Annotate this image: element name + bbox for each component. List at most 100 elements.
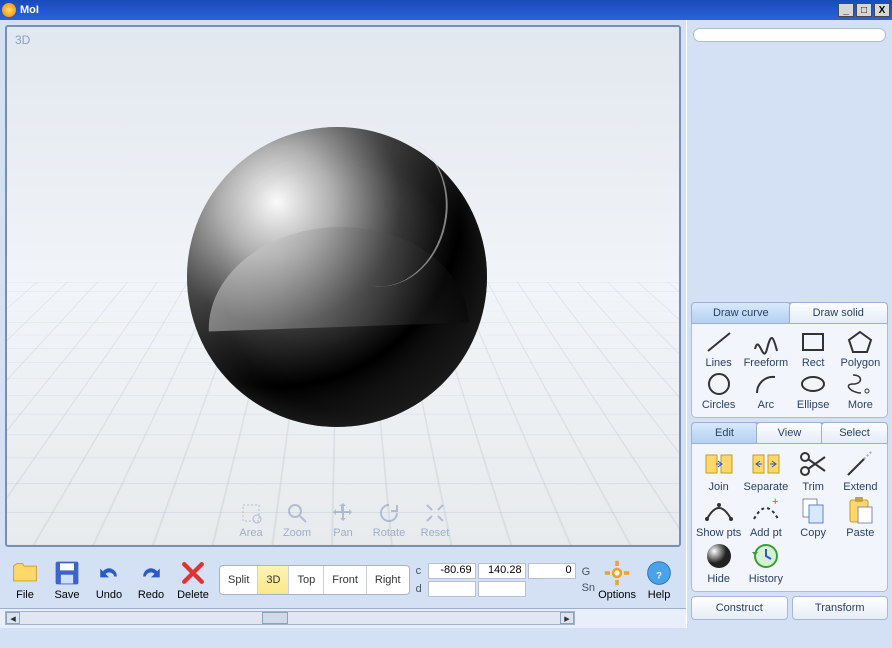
transform-button[interactable]: Transform (792, 596, 889, 620)
rotate-tool[interactable]: Rotate (368, 501, 410, 539)
progress-bar (693, 28, 886, 42)
zoom-icon (285, 501, 309, 525)
view-front[interactable]: Front (324, 566, 367, 594)
view-split[interactable]: Split (220, 566, 258, 594)
delete-icon (179, 559, 207, 587)
showpts-icon (703, 495, 735, 525)
gridsnap-label[interactable]: G (582, 566, 595, 578)
pan-tool[interactable]: Pan (322, 501, 364, 539)
tool-addpt[interactable]: +Add pt (743, 495, 788, 539)
options-button[interactable]: Options (597, 559, 637, 601)
delete-button[interactable]: Delete (173, 559, 213, 601)
arc-icon (751, 371, 781, 397)
tool-freeform[interactable]: Freeform (743, 329, 788, 369)
tool-history[interactable]: History (743, 541, 788, 585)
tool-lines[interactable]: Lines (696, 329, 741, 369)
coord-z[interactable]: 0 (528, 563, 576, 579)
tool-trim[interactable]: Trim (791, 449, 836, 493)
coord-c-label: c (416, 565, 426, 577)
tool-polygon[interactable]: Polygon (838, 329, 883, 369)
circles-icon (704, 371, 734, 397)
save-button[interactable]: Save (47, 559, 87, 601)
copy-icon (797, 495, 829, 525)
gear-icon (603, 559, 631, 587)
svg-text:+: + (772, 496, 778, 508)
tool-showpts[interactable]: Show pts (696, 495, 741, 539)
bottom-toolbar: File Save Undo Redo Delete Split 3D Top … (0, 552, 686, 608)
area-icon (239, 501, 263, 525)
tool-paste[interactable]: Paste (838, 495, 883, 539)
tool-more[interactable]: More (838, 371, 883, 411)
viewport-label: 3D (15, 33, 30, 47)
draw-panel: Draw curve Draw solid Lines Freeform Rec… (691, 302, 888, 418)
model-sphere[interactable] (187, 127, 487, 427)
scissors-icon (797, 449, 829, 479)
history-icon (750, 541, 782, 571)
save-icon (53, 559, 81, 587)
freeform-icon (751, 329, 781, 355)
coord-x[interactable]: -80.69 (428, 563, 476, 579)
scroll-right-icon[interactable]: ▸ (560, 612, 574, 624)
coord-d1[interactable] (428, 581, 476, 597)
pan-icon (331, 501, 355, 525)
coordinates: c -80.69 140.28 0 d (416, 563, 576, 597)
ellipse-icon (798, 371, 828, 397)
area-tool[interactable]: Area (230, 501, 272, 539)
3d-viewport[interactable]: 3D Area Zoom Pan Rotate Reset (5, 25, 681, 547)
view-top[interactable]: Top (289, 566, 324, 594)
tool-arc[interactable]: Arc (743, 371, 788, 411)
view-right[interactable]: Right (367, 566, 409, 594)
tab-view[interactable]: View (756, 422, 823, 444)
construct-button[interactable]: Construct (691, 596, 788, 620)
close-button[interactable]: X (874, 3, 890, 17)
paste-icon (844, 495, 876, 525)
tool-ellipse[interactable]: Ellipse (791, 371, 836, 411)
tab-draw-solid[interactable]: Draw solid (789, 302, 889, 324)
reset-tool[interactable]: Reset (414, 501, 456, 539)
view-3d[interactable]: 3D (258, 566, 289, 594)
side-panel: Draw curve Draw solid Lines Freeform Rec… (686, 20, 892, 628)
rotate-icon (377, 501, 401, 525)
minimize-button[interactable]: _ (838, 3, 854, 17)
zoom-tool[interactable]: Zoom (276, 501, 318, 539)
file-button[interactable]: File (5, 559, 45, 601)
window-title: MoI (20, 4, 836, 16)
tool-hide[interactable]: Hide (696, 541, 741, 585)
tab-select[interactable]: Select (821, 422, 888, 444)
reset-icon (423, 501, 447, 525)
tool-rect[interactable]: Rect (791, 329, 836, 369)
tool-extend[interactable]: Extend (838, 449, 883, 493)
viewport-tools: Area Zoom Pan Rotate Reset (230, 501, 456, 539)
snap-label[interactable]: Sn (582, 582, 595, 594)
hide-icon (703, 541, 735, 571)
rect-icon (798, 329, 828, 355)
coord-y[interactable]: 140.28 (478, 563, 526, 579)
extend-icon (844, 449, 876, 479)
edit-panel: Edit View Select Join Separate Trim Exte… (691, 422, 888, 592)
tool-circles[interactable]: Circles (696, 371, 741, 411)
titlebar: MoI _ □ X (0, 0, 892, 20)
lines-icon (704, 329, 734, 355)
help-button[interactable]: ?Help (639, 559, 679, 601)
app-icon (2, 3, 16, 17)
svg-text:?: ? (656, 570, 662, 581)
undo-icon (95, 559, 123, 587)
folder-icon (11, 559, 39, 587)
redo-button[interactable]: Redo (131, 559, 171, 601)
addpt-icon: + (750, 495, 782, 525)
tab-edit[interactable]: Edit (691, 422, 758, 444)
tab-draw-curve[interactable]: Draw curve (691, 302, 791, 324)
tool-join[interactable]: Join (696, 449, 741, 493)
maximize-button[interactable]: □ (856, 3, 872, 17)
join-icon (703, 449, 735, 479)
view-buttons: Split 3D Top Front Right (219, 565, 410, 595)
undo-button[interactable]: Undo (89, 559, 129, 601)
tool-separate[interactable]: Separate (743, 449, 788, 493)
coord-d2[interactable] (478, 581, 526, 597)
scroll-thumb[interactable] (262, 612, 288, 624)
scroll-left-icon[interactable]: ◂ (6, 612, 20, 624)
status-bar: ◂ ▸ (0, 608, 686, 628)
tool-copy[interactable]: Copy (791, 495, 836, 539)
separate-icon (750, 449, 782, 479)
h-scrollbar[interactable]: ◂ ▸ (5, 611, 575, 625)
